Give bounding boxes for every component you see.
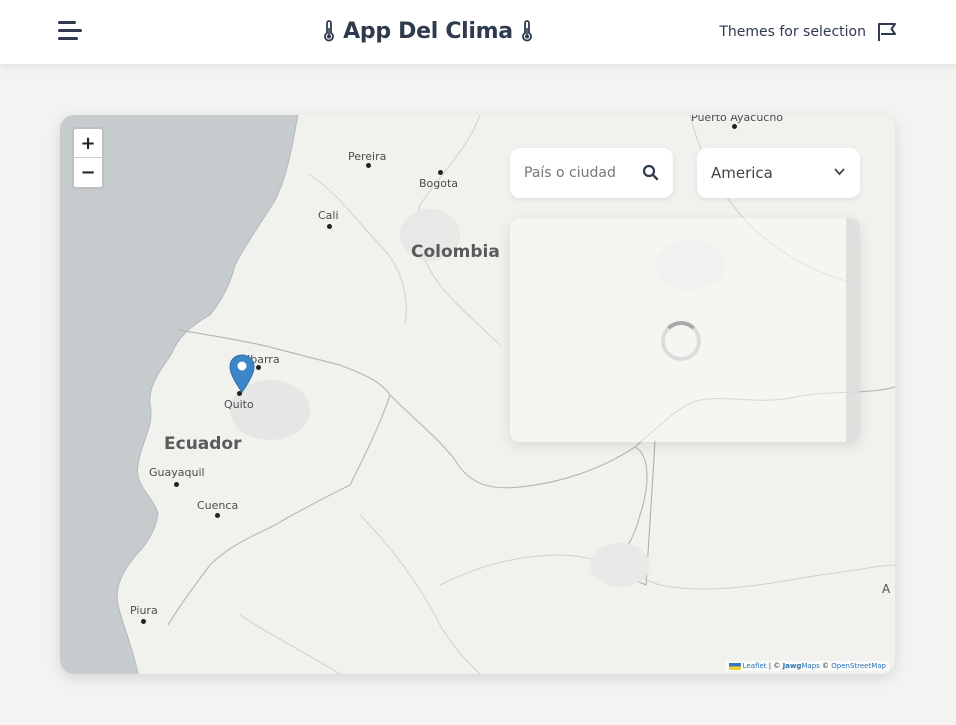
city-dot (438, 170, 443, 175)
zoom-out-button[interactable]: − (74, 158, 102, 187)
city-dot (215, 513, 220, 518)
city-dot (256, 365, 261, 370)
thermometer-icon (521, 20, 532, 42)
leaflet-link[interactable]: Leaflet (743, 662, 767, 670)
chevron-down-icon (834, 168, 845, 176)
region-select[interactable]: America (697, 148, 860, 198)
app-title: App Del Clima (318, 14, 538, 48)
city-label-piura: Piura (130, 604, 158, 617)
city-dot (174, 482, 179, 487)
city-label-guayaquil: Guayaquil (149, 466, 205, 479)
jawg-name: Jawg (782, 662, 802, 670)
menu-button[interactable] (58, 19, 84, 43)
zoom-in-button[interactable]: + (74, 129, 102, 158)
city-dot (141, 619, 146, 624)
city-dot (732, 124, 737, 129)
weather-results-panel (510, 218, 860, 442)
thermometer-icon (324, 20, 335, 42)
city-dot (327, 224, 332, 229)
city-label-quito: Quito (224, 398, 254, 411)
hamburger-icon (58, 21, 76, 24)
loading-spinner-icon (661, 321, 701, 361)
location-marker-icon[interactable] (229, 354, 255, 394)
search-input[interactable] (524, 165, 642, 181)
jawg-link[interactable]: JawgMaps (783, 662, 820, 670)
city-label-cali: Cali (318, 209, 339, 222)
location-search (510, 148, 673, 198)
region-select-value: America (711, 164, 773, 182)
leaflet-flag-icon (728, 662, 741, 670)
map-attribution: Leaflet | © JawgMaps © OpenStreetMap (725, 661, 889, 671)
app-title-text: App Del Clima (343, 18, 513, 44)
city-label-pereira: Pereira (348, 150, 387, 163)
themes-label: Themes for selection (719, 24, 866, 40)
country-label-colombia: Colombia (411, 242, 500, 262)
search-icon[interactable] (642, 164, 659, 181)
flag-icon (878, 23, 896, 41)
attribution-osm-prefix: © (819, 662, 832, 670)
city-dot (366, 163, 371, 168)
city-label-cuenca: Cuenca (197, 499, 239, 512)
attribution-separator: | © (766, 662, 783, 670)
city-label-bogota: Bogota (419, 177, 459, 190)
jawg-maps: Maps (801, 662, 820, 670)
map-edge-label: A (882, 582, 891, 596)
osm-link[interactable]: OpenStreetMap (831, 662, 886, 670)
panel-scrollbar[interactable] (846, 218, 860, 442)
country-label-ecuador: Ecuador (164, 434, 242, 454)
themes-selector[interactable]: Themes for selection (719, 18, 898, 46)
top-navbar: App Del Clima Themes for selection (0, 0, 956, 64)
city-label-puerto-ayacucho: Puerto Ayacucho (691, 115, 784, 124)
map-container[interactable]: + − Puerto Ayacucho Pereira Bogota Cali … (60, 115, 895, 674)
zoom-control: + − (72, 127, 104, 189)
